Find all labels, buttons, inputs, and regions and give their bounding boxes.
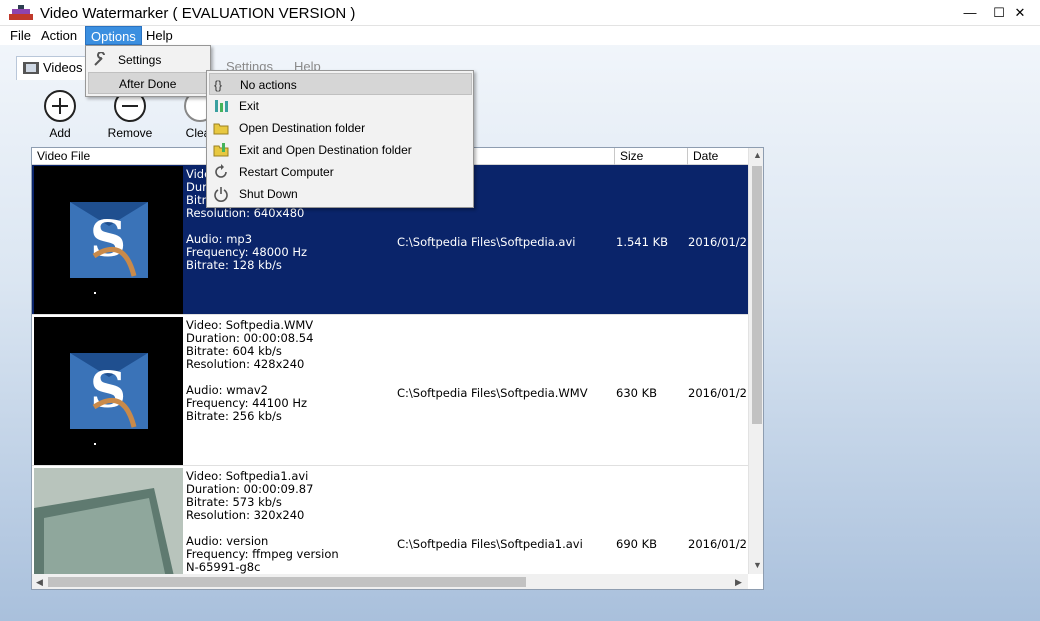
scroll-left-icon[interactable]: ◀ [36, 577, 43, 588]
col-date[interactable]: Date [688, 148, 748, 165]
video-info: Video: Softpedia1.avi Duration: 00:00:09… [186, 469, 339, 574]
app-icon [9, 5, 33, 20]
menu-item-exit[interactable]: Exit [209, 95, 472, 117]
menu-item-after-done[interactable]: After Done [88, 72, 208, 94]
restart-icon [215, 164, 227, 178]
tab-videos[interactable]: Videos [16, 56, 88, 80]
close-button[interactable]: ✕ [1005, 3, 1035, 23]
remove-button[interactable]: Remove [100, 90, 160, 140]
video-path: C:\Softpedia Files\Softpedia.WMV [397, 386, 588, 400]
menu-item-settings-label: Settings [118, 53, 162, 67]
power-icon [214, 187, 228, 202]
menu-item-exit-open-destination[interactable]: Exit and Open Destination folder [209, 139, 472, 161]
menu-item-open-destination[interactable]: Open Destination folder [209, 117, 472, 139]
table-row[interactable]: Video: Softpedia1.avi Duration: 00:00:09… [32, 467, 748, 589]
video-date: 2016/01/2 [688, 386, 747, 400]
video-thumbnail: S [34, 317, 183, 465]
video-path: C:\Softpedia Files\Softpedia.avi [397, 235, 576, 249]
exit-icon [215, 100, 228, 112]
video-size: 690 KB [616, 537, 658, 551]
menu-item-shutdown[interactable]: Shut Down [209, 183, 472, 205]
video-thumbnail [34, 468, 183, 589]
plus-icon [44, 90, 76, 122]
menu-item-restart-label: Restart Computer [239, 165, 334, 179]
title-bar: Video Watermarker ( EVALUATION VERSION )… [0, 0, 1040, 26]
scroll-down-icon[interactable]: ▼ [753, 560, 762, 570]
vertical-scrollbar[interactable]: ▲ ▼ [748, 148, 763, 574]
menu-bar: File Action Options Help [0, 26, 1040, 45]
menu-file[interactable]: File [5, 26, 36, 45]
video-path: C:\Softpedia Files\Softpedia1.avi [397, 537, 583, 551]
after-done-submenu: {} No actions Exit Open Destination fold… [206, 70, 474, 208]
table-row[interactable]: S Video: Softpedia.WMV Duration: 00:00:0… [32, 316, 748, 466]
video-list[interactable]: Video File Size Date S Video: Softpedia.… [31, 147, 764, 590]
softpedia-logo-icon: S [70, 202, 148, 294]
video-info: Video: Softpedia.WMV Duration: 00:00:08.… [186, 318, 314, 423]
softpedia-logo-icon: S [70, 353, 148, 445]
menu-item-exit-label: Exit [239, 99, 260, 113]
video-size: 1.541 KB [616, 235, 669, 249]
remove-label: Remove [107, 126, 153, 140]
menu-item-exit-open-destination-label: Exit and Open Destination folder [239, 143, 412, 157]
video-thumbnail: S [34, 166, 183, 314]
wrench-icon [94, 52, 105, 66]
menu-item-no-actions[interactable]: {} No actions [209, 73, 472, 95]
horizontal-scrollbar[interactable]: ◀ ▶ [32, 574, 748, 589]
film-icon [23, 62, 39, 74]
braces-icon: {} [214, 78, 223, 92]
menu-options[interactable]: Options [85, 26, 142, 45]
scroll-right-icon[interactable]: ▶ [735, 577, 742, 588]
folder-exit-icon [213, 143, 229, 157]
vertical-scroll-thumb[interactable] [752, 166, 762, 424]
menu-item-no-actions-label: No actions [240, 78, 297, 92]
folder-icon [213, 123, 229, 135]
menu-item-open-destination-label: Open Destination folder [239, 121, 366, 135]
menu-help[interactable]: Help [141, 26, 178, 45]
svg-text:S: S [90, 360, 126, 419]
menu-item-restart[interactable]: Restart Computer [209, 161, 472, 183]
menu-item-after-done-label: After Done [119, 77, 177, 91]
add-label: Add [49, 126, 71, 140]
window-title: Video Watermarker ( EVALUATION VERSION ) [40, 5, 356, 22]
svg-text:S: S [90, 209, 126, 268]
screen-photo-icon [34, 468, 183, 589]
options-menu: Settings After Done [85, 45, 211, 97]
video-date: 2016/01/2 [688, 235, 747, 249]
video-date: 2016/01/2 [688, 537, 747, 551]
minimize-button[interactable]: — [955, 3, 985, 23]
menu-action[interactable]: Action [36, 26, 82, 45]
menu-item-settings[interactable]: Settings [88, 49, 208, 71]
video-size: 630 KB [616, 386, 658, 400]
add-button[interactable]: Add [30, 90, 90, 140]
tab-videos-label: Videos [43, 60, 83, 75]
col-size[interactable]: Size [615, 148, 688, 165]
scroll-up-icon[interactable]: ▲ [753, 150, 762, 160]
menu-item-shutdown-label: Shut Down [239, 187, 298, 201]
horizontal-scroll-thumb[interactable] [48, 577, 526, 587]
